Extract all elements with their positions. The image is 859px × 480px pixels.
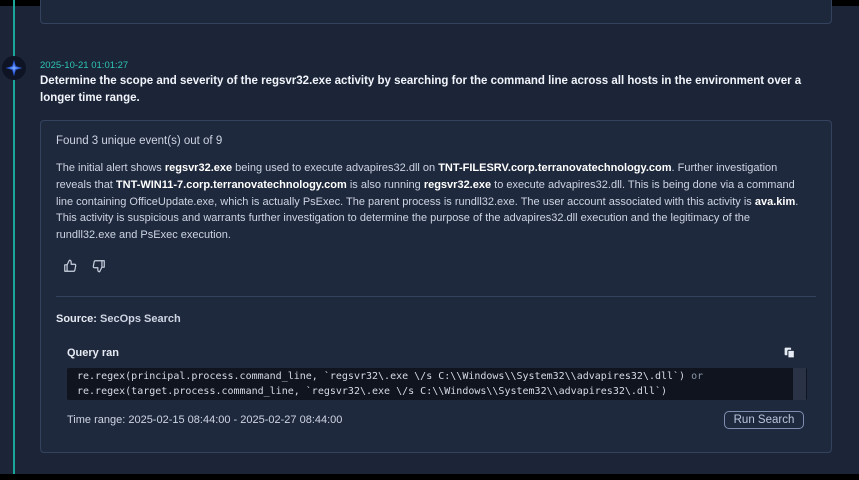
summary-text: being used to execute advapires32.dll on xyxy=(232,162,439,174)
query-line-2: re.regex(target.process.command_line, `r… xyxy=(77,386,668,397)
event-count: Found 3 unique event(s) out of 9 xyxy=(56,135,223,147)
result-card: Found 3 unique event(s) out of 9 The ini… xyxy=(40,120,832,453)
bottom-edge xyxy=(0,474,859,480)
code-scrollbar[interactable] xyxy=(793,368,806,400)
summary-highlight: regsvr32.exe xyxy=(423,178,492,191)
question-highlight: regsvr32.exe xyxy=(261,75,332,87)
run-search-button[interactable]: Run Search xyxy=(724,411,804,429)
time-range: Time range: 2025-02-15 08:44:00 - 2025-0… xyxy=(67,414,343,426)
summary-text: The initial alert shows xyxy=(56,162,165,174)
entry-timestamp: 2025-10-21 01:01:27 xyxy=(40,60,129,71)
thumbs-down-icon[interactable] xyxy=(92,259,108,275)
summary-highlight: ava.kim xyxy=(754,195,796,208)
result-summary: The initial alert shows regsvr32.exe bei… xyxy=(56,160,811,244)
query-code-block[interactable]: re.regex(principal.process.command_line,… xyxy=(67,368,807,400)
query-or-keyword: or xyxy=(691,371,704,382)
thumbs-up-icon[interactable] xyxy=(63,259,79,275)
source-label: Source: xyxy=(56,313,97,325)
summary-highlight: regsvr32.exe xyxy=(164,162,233,174)
copy-icon[interactable] xyxy=(783,346,799,362)
summary-text: is also running xyxy=(346,178,424,191)
source-value: SecOps Search xyxy=(100,313,181,325)
query-line-1: re.regex(principal.process.command_line,… xyxy=(77,371,686,382)
sparkle-icon xyxy=(2,56,26,80)
source-line: Source: SecOps Search xyxy=(56,313,181,325)
section-divider xyxy=(56,296,816,297)
previous-result-card xyxy=(40,0,832,24)
summary-highlight: TNT-WIN11-7.corp.terranovatechnology.com xyxy=(115,178,347,191)
question-text: Determine the scope and severity of the xyxy=(40,75,262,87)
investigation-question: Determine the scope and severity of the … xyxy=(40,73,810,107)
summary-highlight: TNT-FILESRV.corp.terranovatechnology.com xyxy=(438,162,672,174)
query-label: Query ran xyxy=(67,347,119,359)
